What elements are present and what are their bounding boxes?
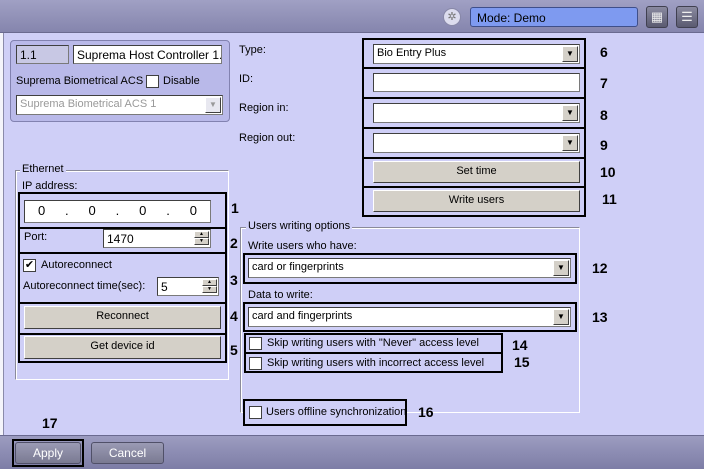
spin-up-icon[interactable]: ▲ (202, 279, 217, 286)
chevron-down-icon[interactable]: ▼ (562, 105, 578, 121)
write-users-button[interactable]: Write users (373, 190, 580, 212)
parent-value: Suprema Biometrical ACS 1 (20, 98, 157, 110)
type-value: Bio Entry Plus (377, 47, 447, 59)
region-out-label: Region out: (239, 132, 296, 144)
autoreconnect-label: Autoreconnect (41, 259, 112, 271)
offline-sync-label: Users offline synchronization (266, 406, 407, 418)
layout-grid-icon[interactable]: ▦ (646, 6, 668, 28)
cancel-button[interactable]: Cancel (91, 442, 164, 464)
reconnect-button[interactable]: Reconnect (24, 306, 221, 329)
chevron-down-icon[interactable]: ▼ (553, 309, 569, 325)
region-in-select[interactable]: ▼ (373, 103, 580, 123)
device-name-field[interactable]: Suprema Host Controller 1.1 (73, 45, 222, 64)
callout-number: 15 (514, 354, 530, 370)
type-select[interactable]: Bio Entry Plus ▼ (373, 44, 580, 64)
type-label: Type: (239, 44, 266, 56)
ip-octet: 0 (189, 203, 197, 218)
uwo-title: Users writing options (246, 220, 353, 232)
callout-number: 11 (602, 191, 617, 207)
callout-number: 10 (600, 164, 616, 180)
chevron-down-icon: ▼ (205, 97, 221, 113)
callout-number: 2 (230, 235, 238, 251)
ip-octet: 0 (139, 203, 147, 218)
parent-select: Suprema Biometrical ACS 1 ▼ (16, 95, 223, 115)
autoreconnect-time-stepper[interactable]: 5 ▲ ▼ (157, 277, 219, 296)
port-label: Port: (24, 231, 48, 243)
autoreconnect-checkbox[interactable]: ✔ (23, 259, 36, 272)
region-out-select[interactable]: ▼ (373, 133, 580, 153)
device-id-field[interactable]: 1.1 (16, 45, 69, 64)
settings-gear-icon[interactable]: ✲ (443, 8, 461, 26)
callout-number: 14 (512, 337, 528, 353)
data-label: Data to write: (248, 289, 313, 301)
callout-number: 4 (230, 308, 238, 324)
callout-number: 16 (418, 404, 434, 420)
skip-never-label: Skip writing users with "Never" access l… (267, 337, 479, 349)
callout-number: 7 (600, 75, 608, 91)
left-edge (0, 33, 4, 435)
mode-field[interactable]: Mode: Demo (470, 7, 638, 27)
skip-incorrect-checkbox[interactable] (249, 357, 262, 370)
who-select[interactable]: card or fingerprints ▼ (248, 258, 571, 278)
callout-number: 3 (230, 272, 238, 288)
port-stepper[interactable]: 1470 ▲ ▼ (103, 229, 211, 248)
ethernet-title: Ethernet (20, 163, 66, 175)
apply-button[interactable]: Apply (15, 442, 81, 464)
callout-number: 17 (42, 415, 58, 431)
data-value: card and fingerprints (252, 310, 353, 322)
time-value: 5 (161, 280, 168, 294)
disable-checkbox[interactable] (146, 75, 159, 88)
skip-never-checkbox[interactable] (249, 337, 262, 350)
ip-octet: 0 (37, 203, 46, 218)
chevron-down-icon[interactable]: ▼ (562, 46, 578, 62)
callout-number: 8 (600, 107, 608, 123)
callout-number: 9 (600, 137, 608, 153)
data-select[interactable]: card and fingerprints ▼ (248, 307, 571, 327)
ip-label: IP address: (22, 180, 78, 192)
chevron-down-icon[interactable]: ▼ (562, 135, 578, 151)
chevron-down-icon[interactable]: ▼ (553, 260, 569, 276)
set-time-button[interactable]: Set time (373, 161, 580, 183)
callout-number: 13 (592, 309, 608, 325)
get-device-id-button[interactable]: Get device id (24, 336, 221, 359)
spin-down-icon[interactable]: ▼ (202, 286, 217, 293)
region-in-label: Region in: (239, 102, 289, 114)
offline-sync-checkbox[interactable] (249, 406, 262, 419)
id-input[interactable] (373, 73, 580, 92)
callout-number: 1 (231, 200, 239, 216)
id-label: ID: (239, 73, 254, 85)
who-value: card or fingerprints (252, 261, 344, 273)
menu-icon[interactable]: ☰ (676, 6, 698, 28)
skip-incorrect-label: Skip writing users with incorrect access… (267, 357, 485, 369)
spin-down-icon[interactable]: ▼ (194, 238, 209, 245)
port-value: 1470 (107, 232, 134, 246)
callout-number: 6 (600, 44, 608, 60)
who-label: Write users who have: (248, 240, 357, 252)
ip-address-input[interactable]: 0.0.0.0 (24, 200, 211, 223)
spin-up-icon[interactable]: ▲ (194, 231, 209, 238)
parent-label: Suprema Biometrical ACS (16, 75, 144, 87)
callout-number: 12 (592, 260, 608, 276)
disable-label: Disable (163, 75, 200, 87)
autoreconnect-time-label: Autoreconnect time(sec): (23, 280, 146, 292)
callout-number: 5 (230, 342, 238, 358)
ip-octet: 0 (88, 203, 96, 218)
